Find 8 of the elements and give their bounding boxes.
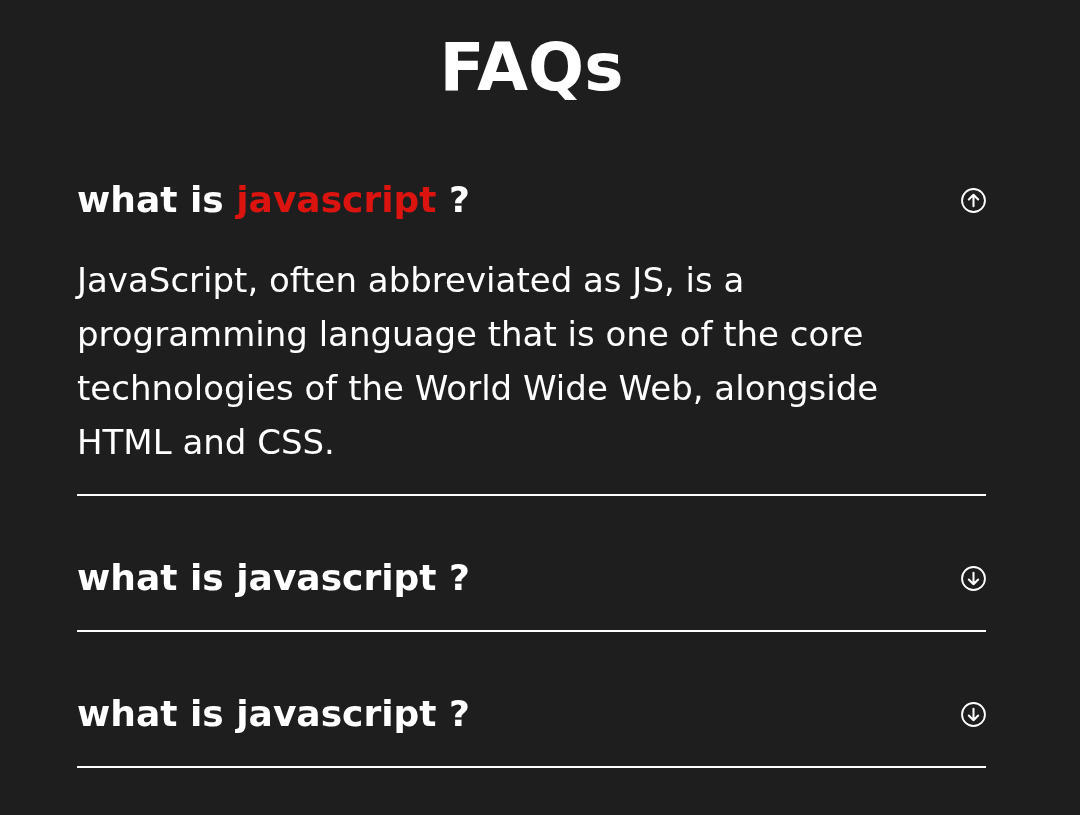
arrow-down-circle-icon[interactable] [961, 701, 986, 727]
faq-answer: JavaScript, often abbreviated as JS, is a programming language that is one of the core technologies of the World Wide Web, alongside HTML and CSS. [77, 259, 880, 465]
faq-question[interactable]: what is javascript ? [77, 692, 470, 737]
faq-question[interactable]: what is javascript ? [77, 178, 470, 223]
page-title: FAQs [438, 28, 625, 108]
faq-question[interactable]: what is javascript ? [77, 556, 470, 601]
arrow-down-circle-icon[interactable] [961, 565, 986, 591]
arrow-up-circle-icon[interactable] [961, 187, 986, 213]
